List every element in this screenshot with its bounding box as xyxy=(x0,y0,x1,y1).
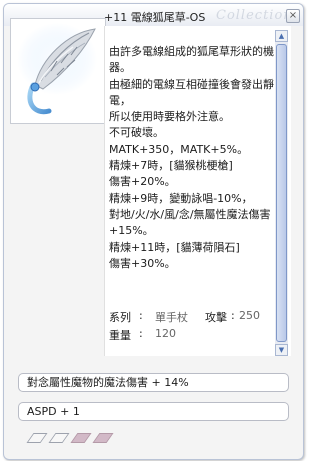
item-image-panel xyxy=(10,18,106,124)
series-value: 單手杖 xyxy=(155,311,188,324)
close-button[interactable]: × xyxy=(286,9,300,23)
attack-label: 攻擊 xyxy=(205,311,227,324)
series-label: 系列 xyxy=(109,311,131,324)
item-info-window: Collections +11 電線狐尾草-OS × 由許多電線組成的狐尾草形狀… xyxy=(3,3,304,460)
item-name-title: +11 電線狐尾草-OS xyxy=(104,11,206,24)
card-slot-2[interactable] xyxy=(48,433,70,443)
item-description: 由許多電線組成的狐尾草形狀的機器。 由極細的電線互相碰撞後會發出靜電， 所以使用… xyxy=(109,45,274,270)
random-option-2: ASPD + 1 xyxy=(18,402,289,421)
attack-value: 250 xyxy=(239,309,260,322)
item-description-panel: 由許多電線組成的狐尾草形狀的機器。 由極細的電線互相碰撞後會發出靜電， 所以使用… xyxy=(104,26,291,356)
weight-value: 120 xyxy=(155,327,176,340)
description-scrollbar[interactable]: ▲ ▼ xyxy=(275,30,288,356)
card-slot-3[interactable] xyxy=(70,433,92,443)
random-option-1: 對念屬性魔物的魔法傷害 + 14% xyxy=(18,373,289,392)
weight-label: 重量 xyxy=(109,329,131,342)
card-slot-4[interactable] xyxy=(92,433,114,443)
scroll-down-arrow-icon[interactable]: ▼ xyxy=(275,344,288,356)
scroll-thumb[interactable] xyxy=(276,44,287,342)
electric-fox-tail-staff-icon xyxy=(17,23,97,115)
card-slot-1[interactable] xyxy=(26,433,48,443)
scroll-up-arrow-icon[interactable]: ▲ xyxy=(275,30,288,42)
